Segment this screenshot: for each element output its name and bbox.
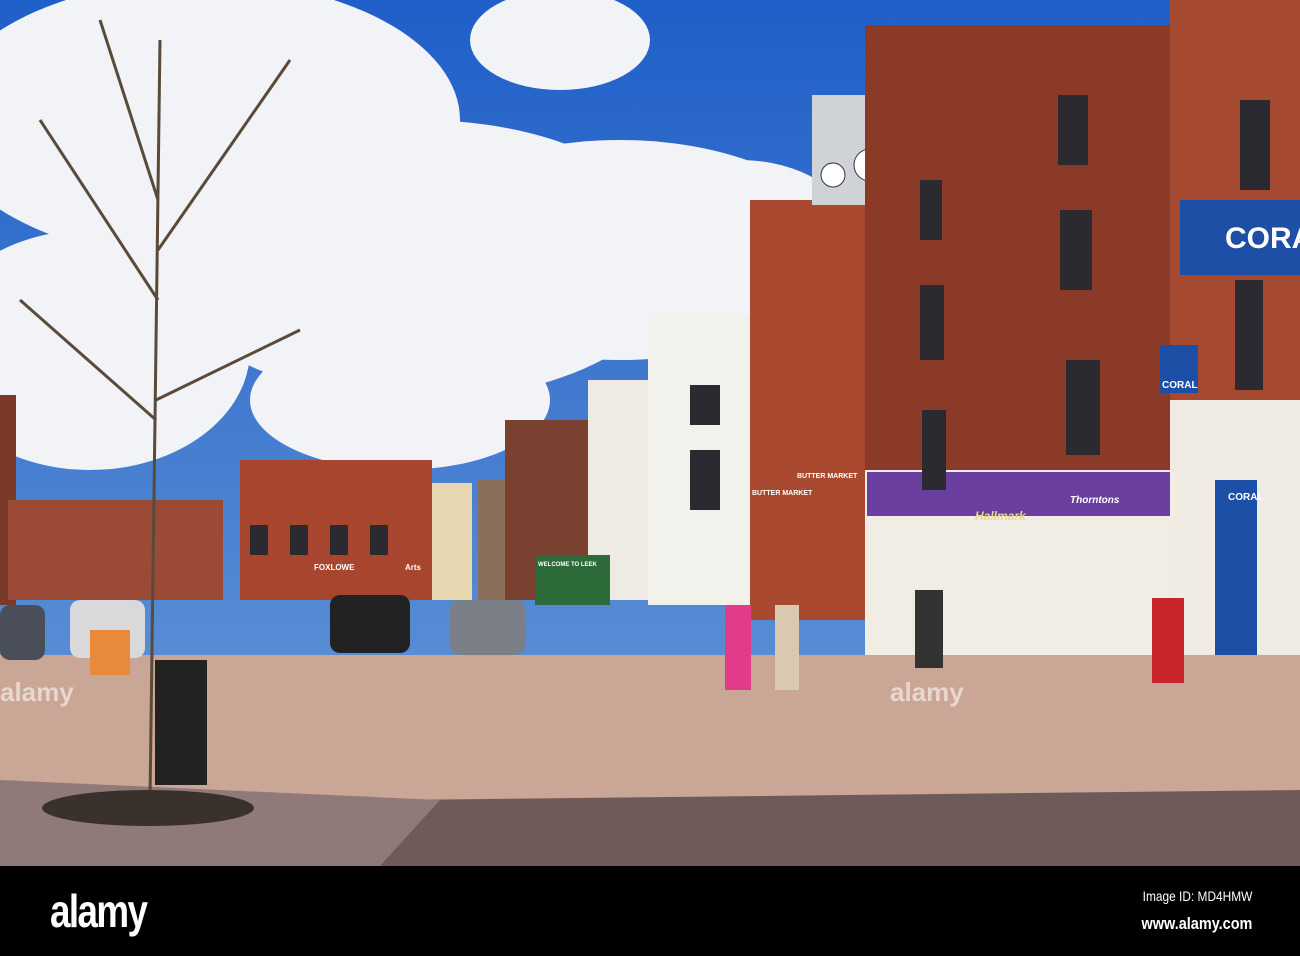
image-id: Image ID: MD4HMW xyxy=(1142,888,1252,904)
watermark-bar: alamy Image ID: MD4HMW www.alamy.com xyxy=(0,866,1300,956)
town-square-photo: CORAL CORAL CORAL BUTTER MARKET BUTTER M… xyxy=(0,0,1300,866)
person xyxy=(775,605,799,690)
coral-door-text: CORAL xyxy=(1228,492,1264,503)
alamy-logo: alamy xyxy=(50,885,148,937)
arts-text: Arts xyxy=(405,563,422,572)
bin xyxy=(155,660,207,785)
thorntons-text: Thorntons xyxy=(1070,495,1120,506)
welcome-sign-text: WELCOME TO LEEK xyxy=(538,562,598,568)
hallmark-text: Hallmark xyxy=(975,509,1027,523)
watermark-overlay: alamy xyxy=(890,677,964,707)
coral-top-text: CORAL xyxy=(1225,222,1300,255)
person xyxy=(1152,598,1184,683)
photo-scene: CORAL CORAL CORAL BUTTER MARKET BUTTER M… xyxy=(0,0,1300,956)
coral-hanging-text: CORAL xyxy=(1162,380,1198,391)
butter-market-sign-2: BUTTER MARKET xyxy=(797,473,858,480)
watermark-overlay: alamy xyxy=(0,677,74,707)
building-left xyxy=(8,500,223,600)
alamy-url: www.alamy.com xyxy=(1141,914,1252,933)
person xyxy=(725,605,751,690)
person xyxy=(915,590,943,668)
butter-market-building xyxy=(750,200,870,620)
butter-market-sign-1: BUTTER MARKET xyxy=(752,490,813,497)
foxlowe-text: FOXLOWE xyxy=(314,563,355,572)
